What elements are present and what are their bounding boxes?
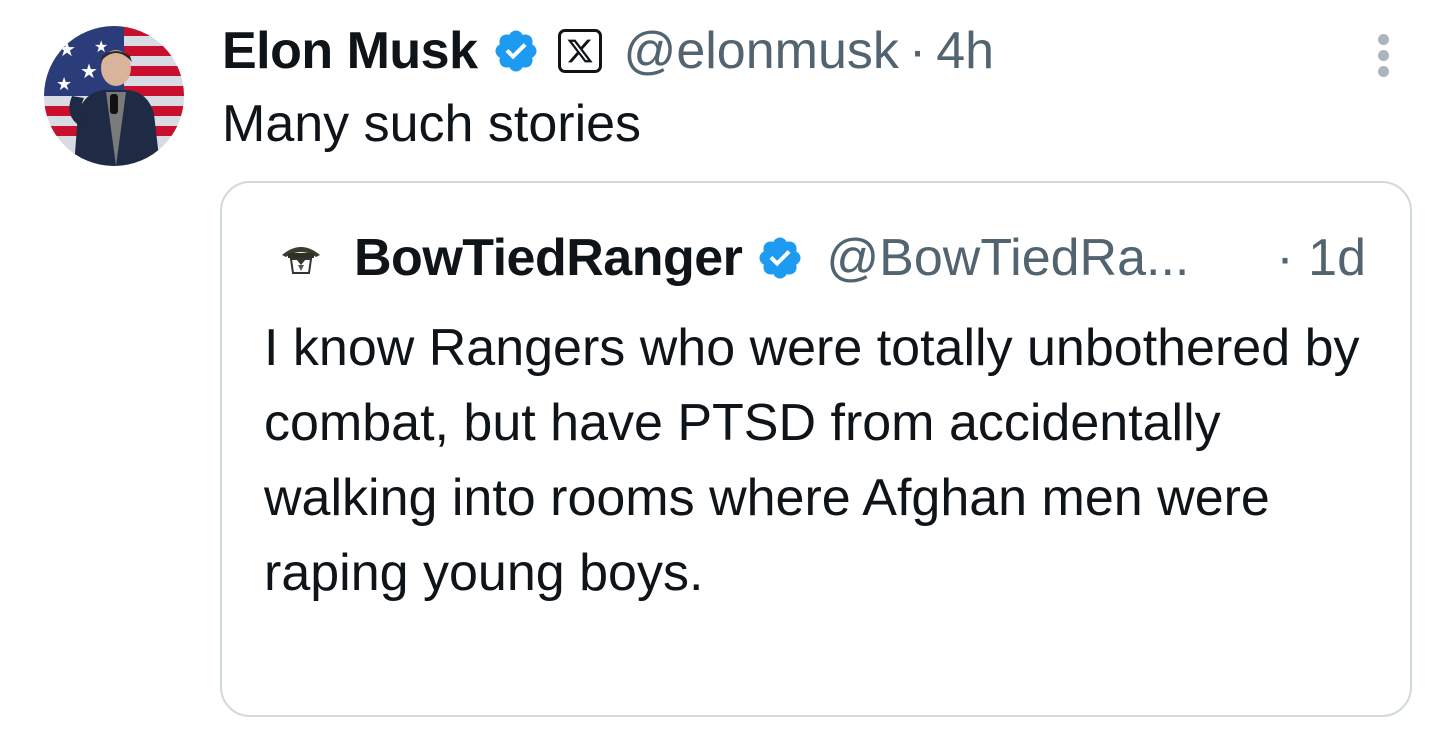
tweet-card[interactable]: ★ ★ ★ ★ Elon Musk @elonmusk · 4h Many su… [0, 0, 1456, 748]
author-avatar[interactable]: ★ ★ ★ ★ [44, 26, 184, 166]
svg-text:★: ★ [80, 59, 98, 83]
author-name[interactable]: Elon Musk [222, 21, 478, 81]
x-logo-icon[interactable] [557, 29, 602, 73]
svg-text:★: ★ [58, 37, 76, 61]
quoted-tweet-timestamp[interactable]: · 1d [1276, 228, 1366, 288]
tweet-header: Elon Musk @elonmusk · 4h [222, 16, 994, 86]
quoted-tweet[interactable]: BowTiedRanger @BowTiedRa... · 1d I know … [220, 181, 1412, 717]
tweet-timestamp[interactable]: 4h [936, 21, 994, 81]
quoted-author-handle[interactable]: @BowTiedRa... [826, 228, 1189, 288]
verified-badge-icon[interactable] [492, 27, 540, 75]
tweet-text: Many such stories [222, 95, 642, 153]
svg-text:★: ★ [94, 37, 108, 56]
svg-text:★: ★ [56, 74, 72, 95]
quoted-tweet-text: I know Rangers who were totally unbother… [264, 319, 1360, 602]
separator-dot: · [908, 22, 927, 80]
author-handle[interactable]: @elonmusk [624, 21, 899, 81]
verified-badge-icon[interactable] [756, 234, 804, 282]
quoted-author-avatar[interactable] [278, 235, 324, 281]
quoted-author-name[interactable]: BowTiedRanger [354, 228, 743, 288]
quoted-tweet-header: BowTiedRanger @BowTiedRa... · 1d [278, 223, 1366, 293]
more-options-icon[interactable] [1370, 30, 1400, 80]
